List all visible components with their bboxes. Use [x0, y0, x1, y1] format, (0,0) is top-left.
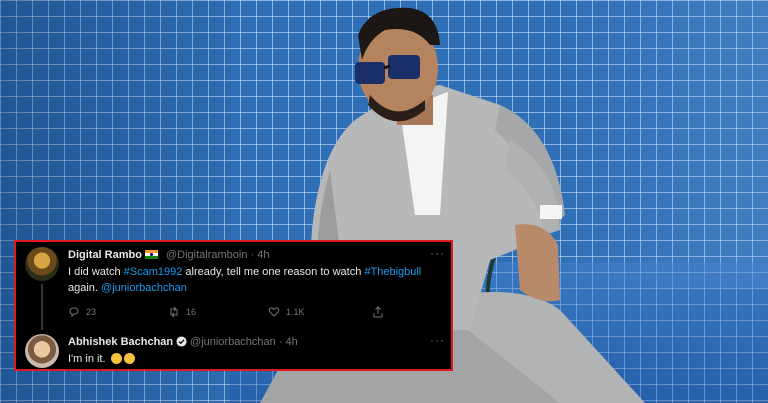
hashtag-thebigbull-link[interactable]: #Thebigbull [364, 266, 421, 278]
digital-rambo-avatar[interactable] [25, 247, 59, 281]
like-icon [268, 307, 280, 317]
tweet-thread-card: Digital Rambo @Digitalramboin · 4h ··· I… [14, 240, 453, 371]
india-flag-icon [144, 250, 158, 259]
reply-button[interactable]: 23 [68, 306, 96, 318]
laughing-emoji-icon [123, 353, 135, 364]
abhishek-bachchan-avatar[interactable] [25, 334, 59, 368]
tweet1-text: I did watch #Scam1992 already, tell me o… [68, 266, 422, 294]
like-button[interactable]: 1.1K [268, 306, 305, 318]
reply-icon [69, 307, 79, 318]
mention-juniorbachchan-link[interactable]: @juniorbachchan [101, 282, 187, 294]
tweet1-author-name[interactable]: Digital Rambo [68, 249, 160, 261]
tweet2-author-name[interactable]: Abhishek Bachchan [68, 336, 187, 348]
verified-icon [176, 336, 187, 347]
retweet-icon [170, 306, 178, 318]
tweet1-handle[interactable]: @Digitalramboin · 4h [166, 249, 270, 261]
tweet2-text: I'm in it. [68, 351, 135, 367]
share-icon [373, 306, 383, 318]
more-icon[interactable]: ··· [430, 333, 445, 347]
tweet2-handle[interactable]: @juniorbachchan · 4h [190, 336, 298, 348]
more-icon[interactable]: ··· [430, 246, 445, 260]
wink-emoji-icon [110, 353, 122, 364]
share-button[interactable] [372, 306, 384, 318]
retweet-button[interactable]: 16 [168, 306, 196, 318]
hashtag-scam1992-link[interactable]: #Scam1992 [124, 266, 183, 278]
thread-connector-line [41, 284, 43, 330]
